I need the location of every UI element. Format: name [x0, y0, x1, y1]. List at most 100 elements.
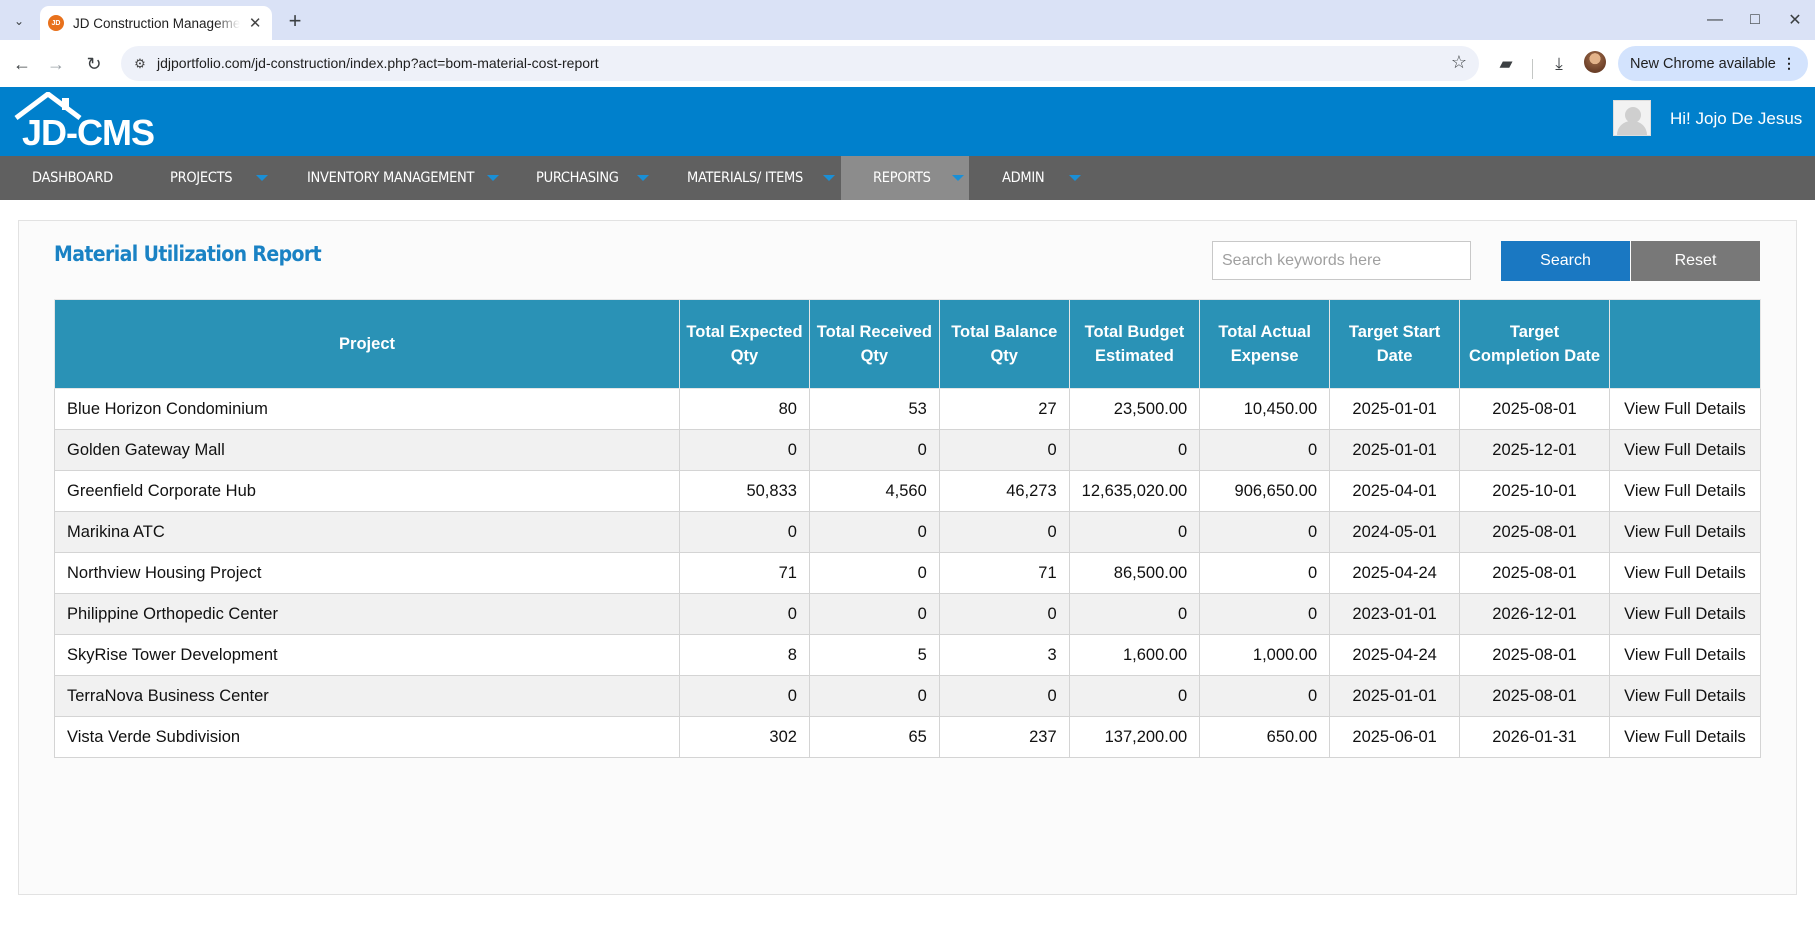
minimize-icon[interactable]: —: [1695, 0, 1735, 40]
table-row: Greenfield Corporate Hub 50,833 4,560 46,27…: [53, 470, 1762, 512]
new-chrome-available-button[interactable]: New Chrome available ⋮: [1618, 46, 1808, 81]
tab-search-chevron-icon[interactable]: ⌄: [6, 8, 32, 34]
budget-estimated-cell: 0: [1068, 511, 1201, 553]
view-full-details-link[interactable]: View Full Details: [1608, 593, 1762, 635]
forward-arrow-icon[interactable]: →: [42, 50, 70, 78]
menu-dashboard[interactable]: DASHBOARD: [0, 156, 136, 200]
dropdown-caret-icon: [952, 175, 964, 181]
column-header-received-qty: Total Received Qty: [808, 299, 940, 389]
column-header-actions: [1608, 299, 1762, 389]
tab-favicon-icon: JD: [48, 15, 64, 31]
view-full-details-link[interactable]: View Full Details: [1608, 429, 1762, 471]
start-date-cell: 2023-01-01: [1329, 593, 1461, 635]
material-utilization-table: Project Total Expected Qty Total Receive…: [53, 299, 1762, 758]
view-full-details-link[interactable]: View Full Details: [1608, 716, 1762, 758]
menu-label: PURCHASING: [536, 170, 619, 186]
view-full-details-link[interactable]: View Full Details: [1608, 552, 1762, 594]
actual-expense-cell: 0: [1199, 511, 1331, 553]
dropdown-caret-icon: [487, 175, 499, 181]
table-row: Vista Verde Subdivision 302 65 237 137,200.0…: [53, 716, 1762, 758]
address-bar[interactable]: ⚙ jdjportfolio.com/jd-construction/index…: [121, 46, 1479, 81]
balance-qty-cell: 0: [938, 511, 1070, 553]
search-input[interactable]: [1212, 241, 1471, 280]
budget-estimated-cell: 1,600.00: [1068, 634, 1201, 676]
table-row: SkyRise Tower Development 8 5 3 1,600.00 1,00…: [53, 634, 1762, 676]
project-cell: Blue Horizon Condominium: [53, 388, 681, 430]
app-header: JD-CMS Hi! Jojo De Jesus: [0, 87, 1815, 156]
window-controls: — □ ✕: [1695, 0, 1815, 40]
view-full-details-link[interactable]: View Full Details: [1608, 675, 1762, 717]
profile-avatar-icon[interactable]: [1584, 51, 1606, 73]
back-arrow-icon[interactable]: ←: [8, 50, 36, 78]
budget-estimated-cell: 23,500.00: [1068, 388, 1201, 430]
expected-qty-cell: 71: [679, 552, 810, 594]
table-row: Golden Gateway Mall 0 0 0 0 0 2025-01-01 2025-1…: [53, 429, 1762, 471]
new-tab-plus-icon[interactable]: +: [282, 8, 308, 34]
completion-date-cell: 2026-01-31: [1459, 716, 1610, 758]
project-cell: Northview Housing Project: [53, 552, 681, 594]
completion-date-cell: 2025-08-01: [1459, 634, 1610, 676]
expected-qty-cell: 50,833: [679, 470, 810, 512]
reload-icon[interactable]: ↻: [80, 50, 108, 78]
reset-button[interactable]: Reset: [1631, 241, 1760, 281]
received-qty-cell: 4,560: [808, 470, 940, 512]
menu-label: DASHBOARD: [32, 170, 113, 186]
menu-materials-items[interactable]: MATERIALS/ ITEMS: [652, 156, 841, 200]
project-cell: Marikina ATC: [53, 511, 681, 553]
menu-projects[interactable]: PROJECTS: [136, 156, 272, 200]
balance-qty-cell: 0: [938, 675, 1070, 717]
tab-close-icon[interactable]: ✕: [246, 14, 264, 32]
table-row: Philippine Orthopedic Center 0 0 0 0 0 2023-01…: [53, 593, 1762, 635]
menu-admin[interactable]: ADMIN: [969, 156, 1087, 200]
maximize-icon[interactable]: □: [1735, 0, 1775, 40]
expected-qty-cell: 0: [679, 511, 810, 553]
kebab-menu-icon[interactable]: ⋮: [1782, 55, 1796, 72]
budget-estimated-cell: 86,500.00: [1068, 552, 1201, 594]
extensions-puzzle-icon[interactable]: ▰: [1492, 50, 1520, 78]
user-avatar[interactable]: [1613, 100, 1651, 136]
balance-qty-cell: 27: [938, 388, 1070, 430]
main-menu-bar: DASHBOARD PROJECTS INVENTORY MANAGEMENT …: [0, 156, 1815, 200]
browser-tab[interactable]: JD JD Construction Management ✕: [40, 6, 272, 40]
budget-estimated-cell: 137,200.00: [1068, 716, 1201, 758]
browser-tab-strip: ⌄ JD JD Construction Management ✕ + — □ …: [0, 0, 1815, 40]
menu-label: ADMIN: [1002, 170, 1045, 186]
jd-cms-logo[interactable]: JD-CMS: [14, 90, 174, 154]
avatar-body-shape: [1617, 121, 1647, 135]
menu-reports[interactable]: REPORTS: [841, 156, 969, 200]
dropdown-caret-icon: [637, 175, 649, 181]
address-url[interactable]: jdjportfolio.com/jd-construction/index.p…: [157, 55, 599, 71]
download-icon[interactable]: ⤓: [1545, 50, 1573, 78]
menu-purchasing[interactable]: PURCHASING: [500, 156, 652, 200]
column-header-actual-expense: Total Actual Expense: [1199, 299, 1331, 389]
bookmark-star-icon[interactable]: ☆: [1451, 52, 1467, 73]
site-info-icon[interactable]: ⚙: [129, 53, 151, 75]
search-button[interactable]: Search: [1501, 241, 1630, 281]
balance-qty-cell: 46,273: [938, 470, 1070, 512]
expected-qty-cell: 8: [679, 634, 810, 676]
project-cell: SkyRise Tower Development: [53, 634, 681, 676]
view-full-details-link[interactable]: View Full Details: [1608, 634, 1762, 676]
actual-expense-cell: 1,000.00: [1199, 634, 1331, 676]
start-date-cell: 2025-06-01: [1329, 716, 1461, 758]
start-date-cell: 2024-05-01: [1329, 511, 1461, 553]
avatar-head-shape: [1625, 107, 1641, 123]
menu-label: REPORTS: [873, 170, 931, 186]
received-qty-cell: 65: [808, 716, 940, 758]
project-cell: TerraNova Business Center: [53, 675, 681, 717]
view-full-details-link[interactable]: View Full Details: [1608, 388, 1762, 430]
view-full-details-link[interactable]: View Full Details: [1608, 470, 1762, 512]
project-cell: Golden Gateway Mall: [53, 429, 681, 471]
tab-title: JD Construction Management: [73, 15, 241, 31]
project-cell: Vista Verde Subdivision: [53, 716, 681, 758]
column-header-expected-qty: Total Expected Qty: [679, 299, 810, 389]
view-full-details-link[interactable]: View Full Details: [1608, 511, 1762, 553]
balance-qty-cell: 0: [938, 593, 1070, 635]
dropdown-caret-icon: [1069, 175, 1081, 181]
menu-inventory-management[interactable]: INVENTORY MANAGEMENT: [272, 156, 500, 200]
budget-estimated-cell: 0: [1068, 593, 1201, 635]
start-date-cell: 2025-01-01: [1329, 429, 1461, 471]
table-row: TerraNova Business Center 0 0 0 0 0 2025-01-01…: [53, 675, 1762, 717]
user-greeting[interactable]: Hi! Jojo De Jesus: [1670, 109, 1802, 129]
close-window-icon[interactable]: ✕: [1775, 0, 1815, 40]
